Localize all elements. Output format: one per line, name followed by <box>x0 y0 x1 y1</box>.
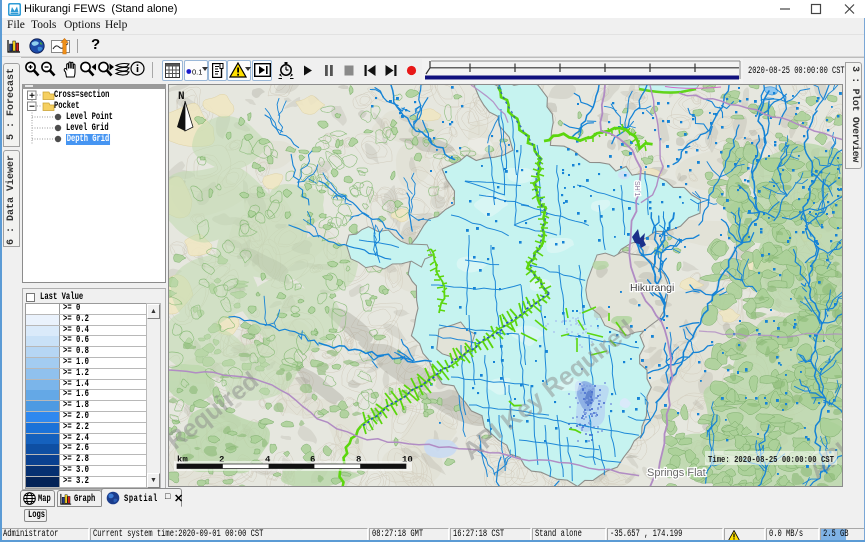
svg-text:0.1: 0.1 <box>192 68 202 77</box>
svg-text:Springs Flat: Springs Flat <box>647 467 706 479</box>
svg-text:SH 1: SH 1 <box>633 181 640 197</box>
svg-text:Time: 2020-08-25 00:00:00 CST: Time: 2020-08-25 00:00:00 CST <box>708 454 834 465</box>
svg-text:N: N <box>178 91 185 103</box>
svg-text:Hikurangi: Hikurangi <box>630 282 674 294</box>
